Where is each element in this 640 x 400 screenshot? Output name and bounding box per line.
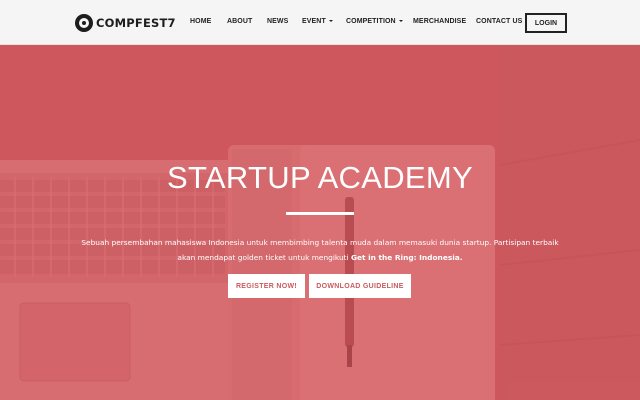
hero-overlay [0,45,640,400]
hero-section: STARTUP ACADEMY Sebuah persembahan mahas… [0,45,640,400]
register-now-button[interactable]: REGISTER NOW! [228,274,305,298]
compfest-logo-icon [75,14,93,32]
title-divider [286,212,354,215]
chevron-down-icon [328,20,333,22]
login-button[interactable]: LOGIN [525,13,567,33]
nav-home[interactable]: HOME [190,18,211,25]
hero-description-line-2: akan mendapat golden ticket untuk mengik… [177,253,351,262]
nav-about[interactable]: ABOUT [227,18,252,25]
nav-event[interactable]: EVENT [302,18,333,25]
nav-competition[interactable]: COMPETITION [346,18,403,25]
hero-description-line-1: Sebuah persembahan mahasiswa Indonesia u… [81,238,559,247]
nav-competition-label: COMPETITION [346,18,396,25]
nav-merchandise[interactable]: MERCHANDISE [413,18,466,25]
nav-news[interactable]: NEWS [267,18,288,25]
hero-title: STARTUP ACADEMY [167,160,473,195]
hero-description: Sebuah persembahan mahasiswa Indonesia u… [70,235,570,265]
event-name: Get in the Ring: Indonesia. [350,253,463,262]
nav-contact-us[interactable]: CONTACT US [476,18,522,25]
chevron-down-icon [398,20,403,22]
brand-name: COMPFEST7 [96,16,176,30]
nav-event-label: EVENT [302,18,326,25]
brand-logo[interactable]: COMPFEST7 [75,13,176,33]
navbar: COMPFEST7 HOME ABOUT NEWS EVENT COMPETIT… [0,0,640,45]
download-guideline-button[interactable]: DOWNLOAD GUIDELINE [309,274,411,298]
